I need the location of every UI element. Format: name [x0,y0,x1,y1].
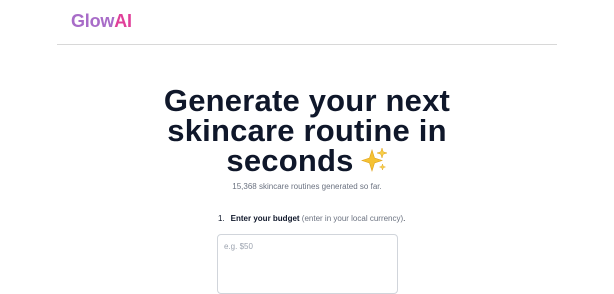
budget-input[interactable] [217,234,398,294]
site-header: GlowAI [57,0,557,45]
hero-section: Generate your next skincare routine in s… [150,85,464,178]
step-1-hint: (enter in your local currency) [301,214,404,223]
logo-text-ai: AI [114,11,132,31]
title-line-3: seconds [226,143,354,178]
logo[interactable]: GlowAI [71,11,132,32]
step-1-title: Enter your budget [230,214,300,223]
step-1-label: 1. Enter your budget (enter in your local… [218,214,405,223]
step-number: 1. [218,214,225,223]
logo-text-glow: Glow [71,11,115,31]
sparkles-icon [360,147,388,178]
routines-generated-count: 15,368 skincare routines generated so fa… [232,182,382,191]
step-1-suffix: . [403,214,406,223]
page-title: Generate your next skincare routine in s… [150,85,464,178]
